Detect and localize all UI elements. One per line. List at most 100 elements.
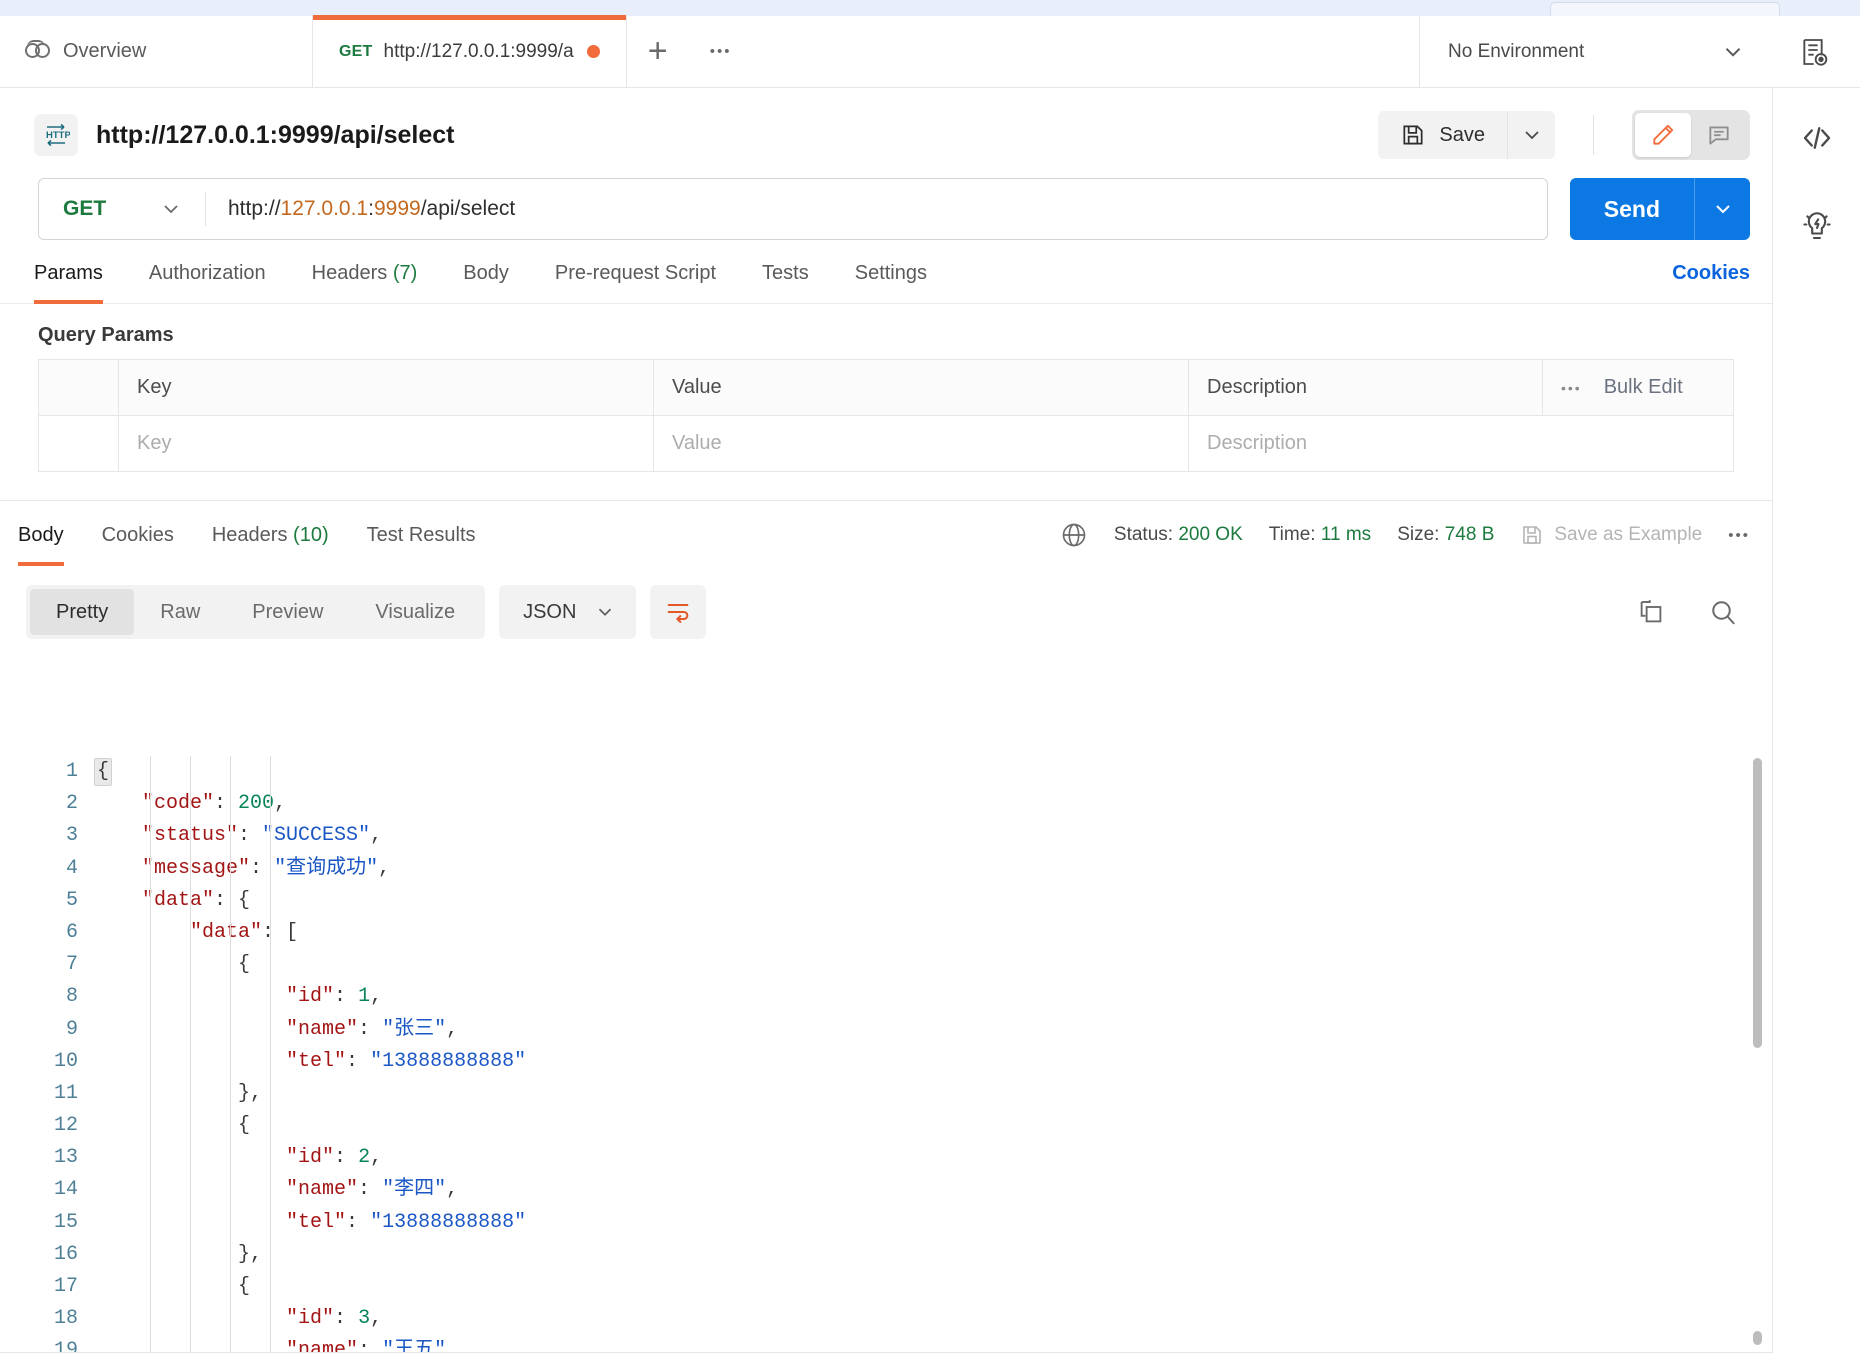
code-line-number: 17 xyxy=(53,1275,78,1298)
code-token: , xyxy=(446,1339,459,1353)
query-params-empty-row: Key Value Description xyxy=(39,416,1733,471)
params-more-icon[interactable]: ••• xyxy=(1561,380,1582,396)
tab-authorization[interactable]: Authorization xyxy=(149,262,266,303)
tab-tests-label: Tests xyxy=(762,262,809,284)
code-scrollbar-end[interactable] xyxy=(1753,1331,1762,1345)
environment-quick-look-button[interactable] xyxy=(1770,16,1860,87)
comment-mode-button[interactable] xyxy=(1691,113,1747,157)
save-button[interactable]: Save xyxy=(1378,111,1507,159)
tab-overview[interactable]: Overview xyxy=(0,16,313,87)
response-body-actions xyxy=(1636,597,1750,627)
code-token: "code" xyxy=(142,792,215,816)
tab-headers[interactable]: Headers (7) xyxy=(312,262,418,303)
send-options-button[interactable] xyxy=(1694,178,1750,240)
code-token: : xyxy=(214,792,239,816)
code-token: : xyxy=(238,824,263,848)
window-title-strip xyxy=(0,0,1860,28)
send-button-group[interactable]: Send xyxy=(1569,178,1750,240)
tab-tests[interactable]: Tests xyxy=(762,262,809,303)
code-line: }, xyxy=(94,1239,1772,1271)
code-line: "status": "SUCCESS", xyxy=(94,820,1772,852)
code-token: , xyxy=(250,1242,263,1266)
response-tab-headers-label: Headers xyxy=(211,523,288,546)
overview-glasses-icon xyxy=(25,39,52,61)
http-protocol-badge: HTTP xyxy=(34,114,78,156)
code-token: , xyxy=(274,792,287,816)
code-token: { xyxy=(238,953,251,977)
code-token: : xyxy=(346,1049,371,1073)
code-line: "id": 3, xyxy=(94,1303,1772,1335)
tab-body[interactable]: Body xyxy=(463,262,509,303)
code-line: "name": "王五", xyxy=(94,1335,1772,1353)
row-key-input[interactable]: Key xyxy=(119,416,654,471)
code-line-number: 8 xyxy=(65,985,78,1009)
response-tab-headers[interactable]: Headers (10) xyxy=(212,524,329,565)
send-button[interactable]: Send xyxy=(1570,178,1694,240)
code-token: , xyxy=(370,985,383,1009)
workspace-tab-bar: Overview GET http://127.0.0.1:9999/a + •… xyxy=(0,15,1860,88)
code-token: "tel" xyxy=(286,1049,347,1073)
save-options-button[interactable] xyxy=(1507,111,1555,159)
tab-bar-more-button[interactable]: ••• xyxy=(689,16,753,87)
tab-params[interactable]: Params xyxy=(34,262,103,304)
response-tab-test-results[interactable]: Test Results xyxy=(367,524,476,565)
tab-request-get[interactable]: GET http://127.0.0.1:9999/a xyxy=(313,15,627,87)
environment-selector[interactable]: No Environment xyxy=(1420,16,1770,87)
body-mode-pretty[interactable]: Pretty xyxy=(30,589,135,635)
code-line-number: 9 xyxy=(65,1017,78,1041)
body-format-selector[interactable]: JSON xyxy=(499,585,637,639)
body-mode-raw[interactable]: Raw xyxy=(134,589,226,635)
code-token: "tel" xyxy=(286,1210,347,1234)
tab-settings[interactable]: Settings xyxy=(855,262,927,303)
url-input[interactable]: http://127.0.0.1:9999/api/select xyxy=(206,197,515,221)
wrap-lines-button[interactable] xyxy=(650,585,707,639)
body-mode-preview[interactable]: Preview xyxy=(226,589,349,635)
response-tab-cookies[interactable]: Cookies xyxy=(102,524,174,565)
http-method-selector[interactable]: GET xyxy=(39,197,205,221)
code-line-number: 15 xyxy=(53,1210,78,1234)
save-as-example-label: Save as Example xyxy=(1554,524,1703,545)
code-line: "data": { xyxy=(94,885,1772,917)
code-line-number: 13 xyxy=(53,1146,78,1170)
response-meta: Status: 200 OK Time: 11 ms Size: 748 B S… xyxy=(1060,521,1750,567)
code-token: "id" xyxy=(286,1307,335,1331)
code-line-number: 6 xyxy=(65,920,78,944)
header-value: Value xyxy=(654,360,1189,415)
tab-headers-count: (7) xyxy=(392,262,418,284)
search-button[interactable] xyxy=(1708,597,1738,627)
status-label: Status: xyxy=(1113,524,1174,545)
code-content[interactable]: { "code": 200, "status": "SUCCESS", "mes… xyxy=(94,748,1772,1353)
cookies-link[interactable]: Cookies xyxy=(1672,262,1750,303)
code-token: "data" xyxy=(190,920,263,944)
tab-pre-request-script-label: Pre-request Script xyxy=(554,262,717,284)
url-input-box[interactable]: GET http://127.0.0.1:9999/api/select xyxy=(38,178,1548,240)
select-all-checkbox-cell[interactable] xyxy=(39,360,119,415)
url-row: GET http://127.0.0.1:9999/api/select Sen… xyxy=(0,168,1772,240)
code-token: "id" xyxy=(286,985,335,1009)
row-checkbox-cell[interactable] xyxy=(39,416,119,471)
tab-authorization-label: Authorization xyxy=(148,262,266,284)
time-value: 11 ms xyxy=(1320,524,1372,545)
new-tab-button[interactable]: + xyxy=(627,16,689,87)
bulk-edit-button[interactable]: Bulk Edit xyxy=(1604,376,1683,399)
code-line-number: 14 xyxy=(53,1178,78,1202)
response-body-code-viewer[interactable]: 12345678910111213141516171819202122 { "c… xyxy=(0,748,1772,1353)
code-token: "id" xyxy=(286,1146,335,1170)
code-line-number: 16 xyxy=(53,1242,78,1266)
copy-button[interactable] xyxy=(1636,597,1666,627)
code-snippet-button[interactable] xyxy=(1795,116,1839,160)
response-tab-test-results-label: Test Results xyxy=(366,523,476,546)
response-tab-body[interactable]: Body xyxy=(18,524,64,566)
body-mode-visualize[interactable]: Visualize xyxy=(349,589,481,635)
response-more-button[interactable]: ••• xyxy=(1728,527,1750,544)
row-value-input[interactable]: Value xyxy=(654,416,1189,471)
code-token: } xyxy=(238,1242,251,1266)
tab-pre-request-script[interactable]: Pre-request Script xyxy=(555,262,716,303)
code-token: : xyxy=(346,1210,371,1234)
postbot-button[interactable] xyxy=(1795,204,1839,248)
code-vertical-scrollbar-thumb[interactable] xyxy=(1753,758,1762,1048)
header-description: Description xyxy=(1189,360,1543,415)
save-as-example-button[interactable]: Save as Example xyxy=(1520,523,1702,547)
edit-mode-button[interactable] xyxy=(1635,113,1691,157)
row-description-input[interactable]: Description xyxy=(1189,416,1733,471)
